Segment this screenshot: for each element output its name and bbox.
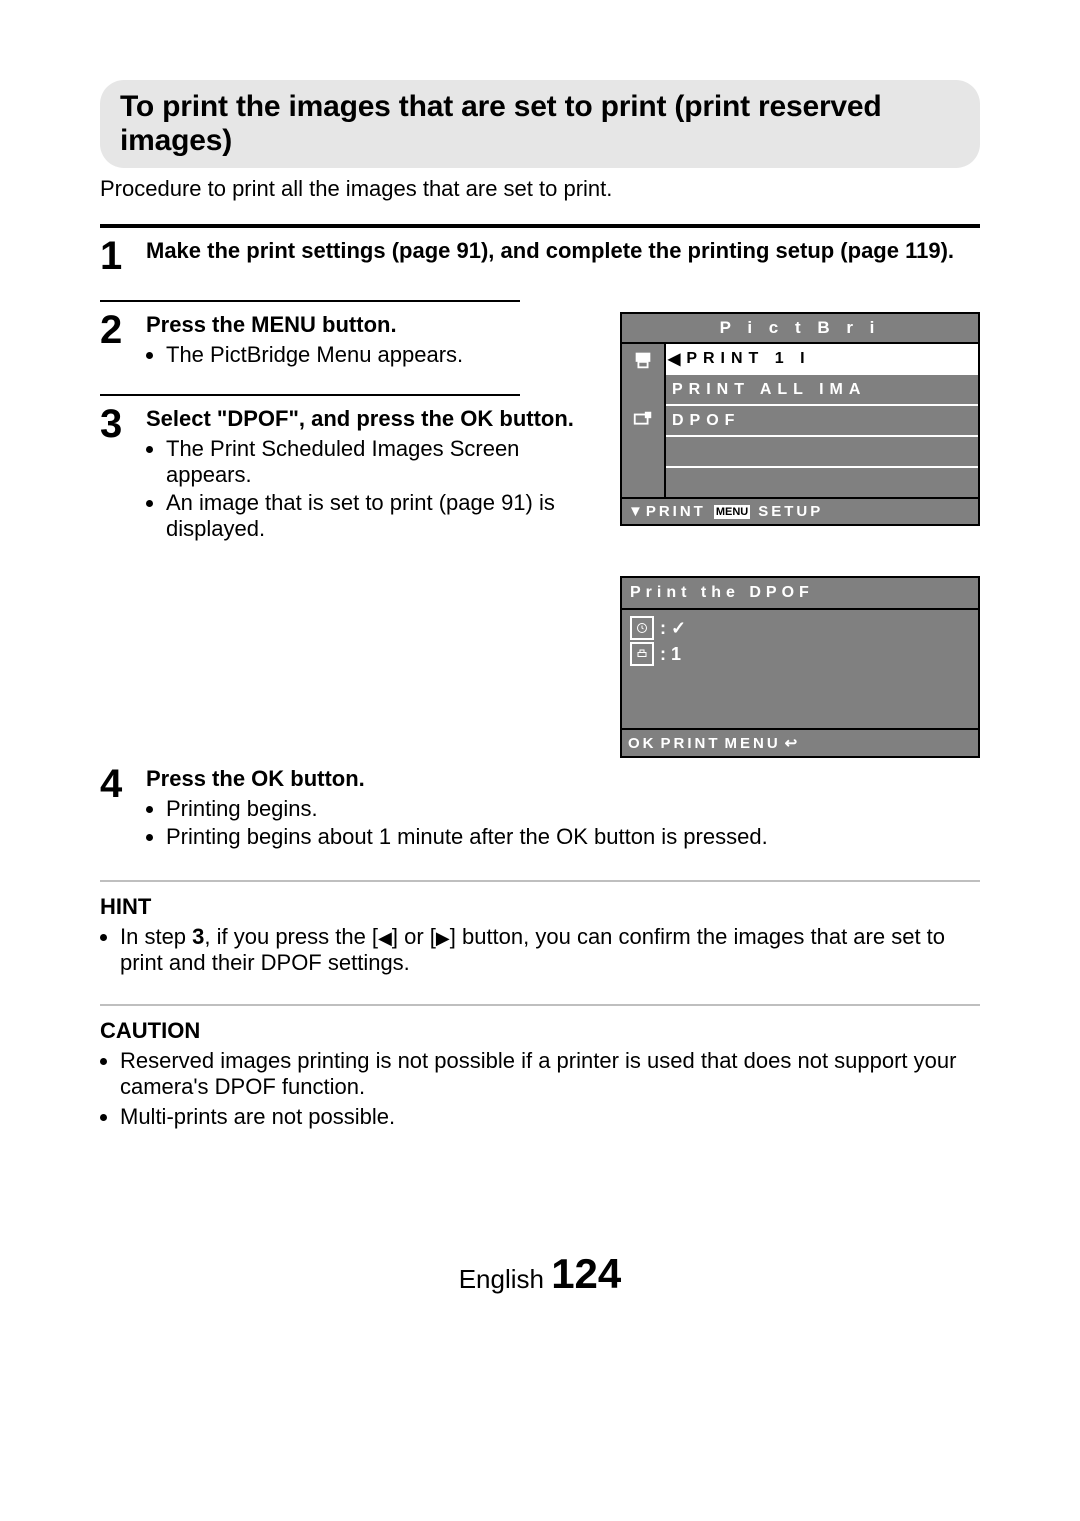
divider	[100, 300, 520, 302]
step-heading: Select "DPOF", and press the OK button.	[146, 406, 574, 431]
menu-item-print-all-images[interactable]: PRINT ALL IMA	[666, 375, 978, 406]
menu-item-empty	[666, 468, 978, 497]
page-footer: English 124	[100, 1250, 980, 1298]
hint-text: In step 3, if you press the [◀] or [▶] b…	[120, 924, 980, 976]
caution-heading: CAUTION	[100, 1018, 980, 1044]
copies-value: : 1	[660, 644, 681, 665]
section-title: To print the images that are set to prin…	[100, 80, 980, 168]
divider	[100, 394, 520, 396]
step-number: 4	[100, 764, 130, 804]
page-number: 124	[551, 1250, 621, 1297]
divider	[100, 880, 980, 882]
step-heading: Make the print settings (page 91), and c…	[146, 238, 954, 263]
print-scheduled-screen: Print the DPOF : ✓ : 1	[620, 576, 980, 758]
step-bullet: The Print Scheduled Images Screen appear…	[166, 436, 600, 488]
step-number: 1	[100, 236, 130, 276]
step-1: 1 Make the print settings (page 91), and…	[100, 238, 980, 276]
caution-item: Reserved images printing is not possible…	[120, 1048, 980, 1100]
screen-title: P i c t B r i	[622, 314, 978, 344]
pictbridge-menu-screen: P i c t B r i ◀PRINT 1 I PRINT ALL IMA D	[620, 312, 980, 526]
step-bullet: An image that is set to print (page 91) …	[166, 490, 600, 542]
date-value: : ✓	[660, 618, 686, 639]
intro-text: Procedure to print all the images that a…	[100, 176, 980, 202]
step-4: 4 Press the OK button. Printing begins. …	[100, 766, 980, 852]
printer-settings-icon	[622, 404, 664, 436]
step-heading: Press the MENU button.	[146, 312, 397, 337]
copies-icon	[630, 642, 654, 666]
back-icon: ↩	[785, 734, 801, 752]
step-bullet: Printing begins.	[166, 796, 980, 822]
printer-icon	[622, 344, 664, 376]
step-heading: Press the OK button.	[146, 766, 365, 791]
step-bullet: Printing begins about 1 minute after the…	[166, 824, 980, 850]
date-icon	[630, 616, 654, 640]
hint-setup: SETUP	[758, 503, 823, 520]
caution-item: Multi-prints are not possible.	[120, 1104, 980, 1130]
hint-print: PRINT	[661, 735, 721, 752]
menu-tag-icon: MENU	[714, 505, 750, 519]
hint-print: ▼PRINT	[628, 503, 706, 520]
ok-tag-icon: OK	[628, 735, 657, 752]
manual-page: To print the images that are set to prin…	[0, 0, 1080, 1338]
divider	[100, 1004, 980, 1006]
step-number: 2	[100, 310, 130, 350]
right-arrow-icon: ▶	[436, 928, 450, 948]
menu-item-dpof[interactable]: DPOF	[666, 406, 978, 437]
menu-item-print-1-image[interactable]: ◀PRINT 1 I	[666, 344, 978, 375]
footer-language: English	[459, 1264, 552, 1294]
step-3: 3 Select "DPOF", and press the OK button…	[100, 406, 600, 544]
left-arrow-icon: ◀	[378, 928, 392, 948]
divider	[100, 224, 980, 228]
menu-item-empty	[666, 437, 978, 468]
step-number: 3	[100, 404, 130, 444]
step-bullet: The PictBridge Menu appears.	[166, 342, 600, 368]
hint-heading: HINT	[100, 894, 980, 920]
menu-tag-icon: MENU	[725, 735, 781, 752]
step-2: 2 Press the MENU button. The PictBridge …	[100, 312, 600, 370]
screen-title: Print the DPOF	[622, 578, 978, 610]
